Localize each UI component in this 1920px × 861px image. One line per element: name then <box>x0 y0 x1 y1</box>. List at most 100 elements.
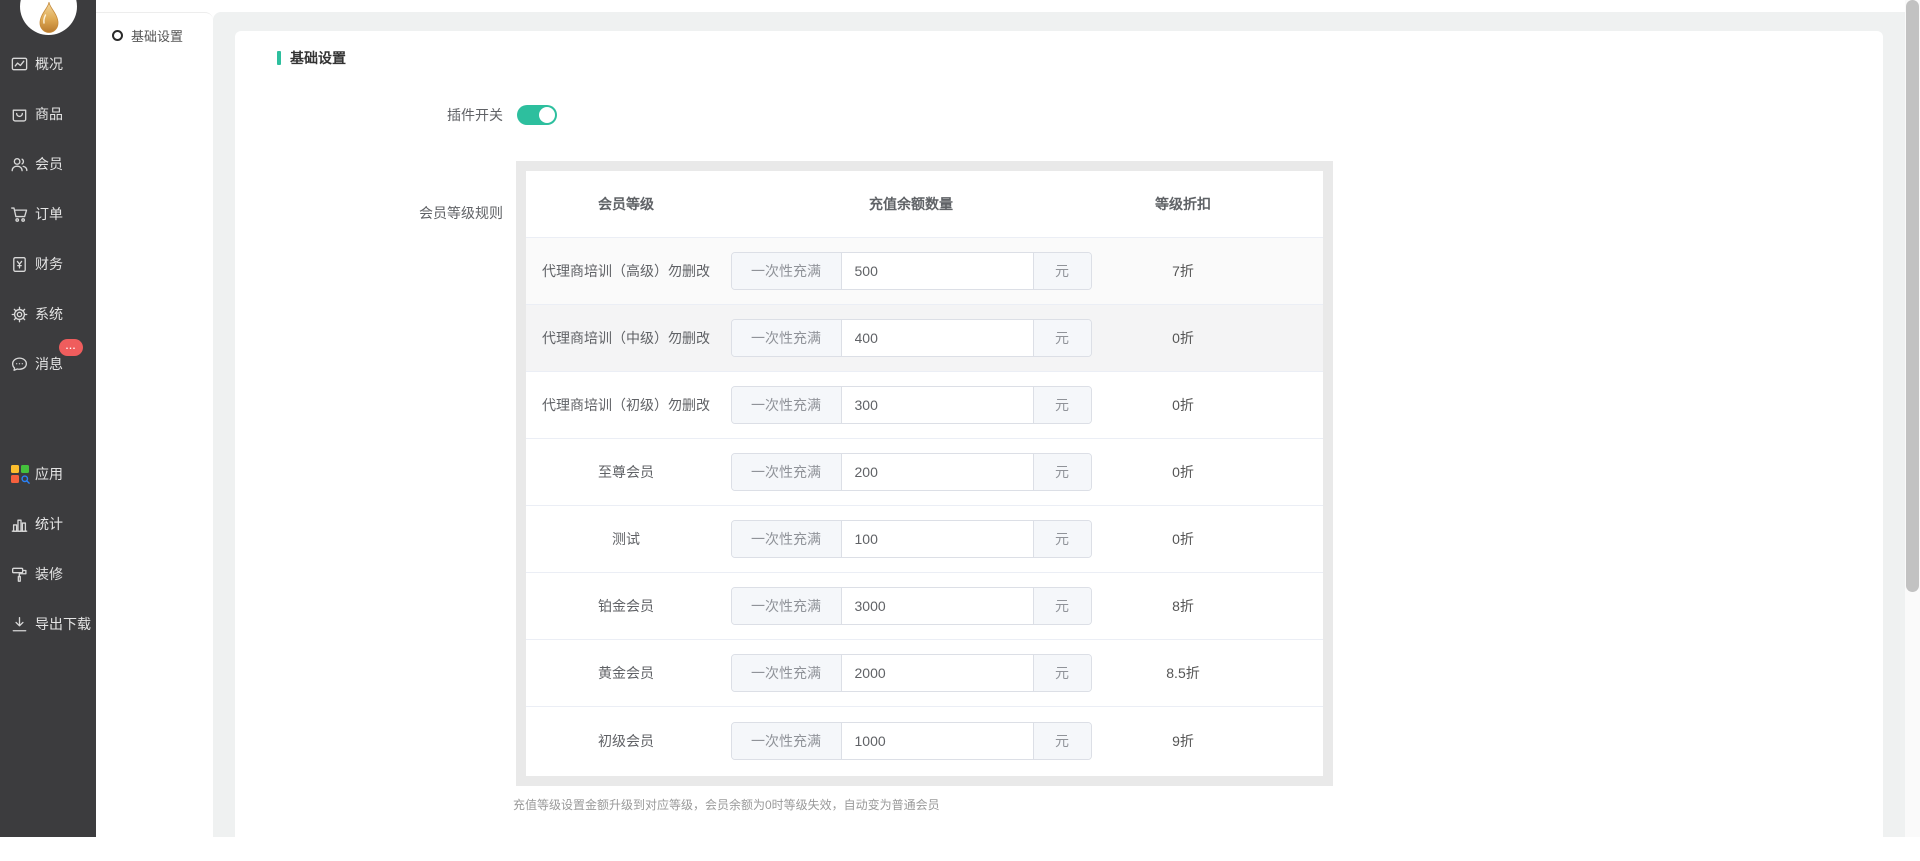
decorate-icon <box>10 565 29 584</box>
sidebar-item-label: 导出下载 <box>35 614 91 634</box>
header-recharge-amount: 充值余额数量 <box>726 194 1096 214</box>
page-title: 基础设置 <box>290 48 346 68</box>
accent-bar <box>277 51 281 65</box>
input-prefix-label: 一次性充满 <box>732 588 842 624</box>
table-row: 初级会员 一次性充满 元 9折 <box>526 707 1323 774</box>
table-row: 铂金会员 一次性充满 元 8折 <box>526 573 1323 640</box>
level-rules-table-frame: 会员等级 充值余额数量 等级折扣 代理商培训（高级）勿删改 一次性充满 元 7折… <box>516 161 1333 786</box>
level-rules-label: 会员等级规则 <box>235 203 503 223</box>
sidebar-item-stats[interactable]: 统计 <box>0 499 96 549</box>
scrollbar-thumb[interactable] <box>1906 0 1919 592</box>
sidebar-item-member[interactable]: 会员 <box>0 139 96 189</box>
brand-drop-logo <box>36 1 62 35</box>
input-prefix-label: 一次性充满 <box>732 655 842 691</box>
input-prefix-label: 一次性充满 <box>732 454 842 490</box>
section-header: 基础设置 <box>277 48 346 68</box>
sidebar-item-order[interactable]: 订单 <box>0 189 96 239</box>
brand-logo[interactable] <box>20 0 77 35</box>
dashboard-icon <box>10 55 29 74</box>
sidebar-menu-top: 概况 商品 会员 订单 财务 系统 消息 ... <box>0 39 96 389</box>
recharge-amount-input[interactable] <box>842 253 1033 289</box>
primary-sidebar: 概况 商品 会员 订单 财务 系统 消息 ... 应用 统计 装修 导出下载 <box>0 0 96 837</box>
sidebar-item-label: 会员 <box>35 154 63 174</box>
input-suffix-label: 元 <box>1033 655 1091 691</box>
header-member-level: 会员等级 <box>526 194 726 214</box>
member-level-name: 至尊会员 <box>538 462 714 482</box>
member-level-name: 代理商培训（初级）勿删改 <box>538 395 714 415</box>
table-row: 代理商培训（高级）勿删改 一次性充满 元 7折 <box>526 238 1323 305</box>
sidebar-item-message[interactable]: 消息 ... <box>0 339 96 389</box>
recharge-amount-input[interactable] <box>842 521 1033 557</box>
input-suffix-label: 元 <box>1033 521 1091 557</box>
recharge-amount-input[interactable] <box>842 320 1033 356</box>
sidebar-item-label: 统计 <box>35 514 63 534</box>
sidebar-item-goods[interactable]: 商品 <box>0 89 96 139</box>
sidebar-item-export[interactable]: 导出下载 <box>0 599 96 649</box>
level-discount-value: 8.5折 <box>1166 663 1199 683</box>
member-icon <box>10 155 29 174</box>
input-prefix-label: 一次性充满 <box>732 253 842 289</box>
recharge-amount-input-group: 一次性充满 元 <box>731 386 1092 424</box>
apps-icon <box>10 465 29 484</box>
recharge-amount-input[interactable] <box>842 454 1033 490</box>
table-footnote: 充值等级设置金额升级到对应等级，会员余额为0时等级失效，自动变为普通会员 <box>513 796 940 813</box>
sidebar-item-label: 应用 <box>35 464 63 484</box>
sidebar-item-decorate[interactable]: 装修 <box>0 549 96 599</box>
recharge-amount-input-group: 一次性充满 元 <box>731 252 1092 290</box>
stats-icon <box>10 515 29 534</box>
level-rules-table: 会员等级 充值余额数量 等级折扣 代理商培训（高级）勿删改 一次性充满 元 7折… <box>526 171 1323 776</box>
table-row: 测试 一次性充满 元 0折 <box>526 506 1323 573</box>
recharge-amount-input-group: 一次性充满 元 <box>731 319 1092 357</box>
recharge-amount-input-group: 一次性充满 元 <box>731 722 1092 760</box>
header-level-discount: 等级折扣 <box>1096 194 1270 214</box>
sidebar-item-label: 概况 <box>35 54 63 74</box>
finance-icon <box>10 255 29 274</box>
level-discount-value: 8折 <box>1172 596 1194 616</box>
sidebar-item-label: 消息 <box>35 354 63 374</box>
sidebar-item-label: 系统 <box>35 304 63 324</box>
input-suffix-label: 元 <box>1033 723 1091 759</box>
level-discount-value: 7折 <box>1172 261 1194 281</box>
member-level-name: 黄金会员 <box>538 663 714 683</box>
input-suffix-label: 元 <box>1033 387 1091 423</box>
member-level-name: 铂金会员 <box>538 596 714 616</box>
toggle-knob <box>539 107 555 123</box>
table-row: 代理商培训（中级）勿删改 一次性充满 元 0折 <box>526 305 1323 372</box>
recharge-amount-input[interactable] <box>842 723 1033 759</box>
plugin-switch-toggle[interactable] <box>517 105 557 125</box>
table-row: 黄金会员 一次性充满 元 8.5折 <box>526 640 1323 707</box>
sidebar-item-label: 装修 <box>35 564 63 584</box>
input-prefix-label: 一次性充满 <box>732 521 842 557</box>
recharge-amount-input[interactable] <box>842 387 1033 423</box>
sidebar-item-system[interactable]: 系统 <box>0 289 96 339</box>
recharge-amount-input-group: 一次性充满 元 <box>731 453 1092 491</box>
input-prefix-label: 一次性充满 <box>732 723 842 759</box>
input-suffix-label: 元 <box>1033 588 1091 624</box>
recharge-amount-input-group: 一次性充满 元 <box>731 587 1092 625</box>
sidebar-menu-bottom: 应用 统计 装修 导出下载 <box>0 449 96 649</box>
recharge-amount-input[interactable] <box>842 655 1033 691</box>
goods-icon <box>10 105 29 124</box>
secondary-sidebar: 基础设置 <box>96 12 213 837</box>
input-suffix-label: 元 <box>1033 253 1091 289</box>
recharge-amount-input[interactable] <box>842 588 1033 624</box>
submenu-item-basic-settings[interactable]: 基础设置 <box>96 13 213 57</box>
level-discount-value: 0折 <box>1172 529 1194 549</box>
submenu-item-label: 基础设置 <box>131 26 183 45</box>
sidebar-item-dashboard[interactable]: 概况 <box>0 39 96 89</box>
sidebar-item-label: 商品 <box>35 104 63 124</box>
table-row: 代理商培训（初级）勿删改 一次性充满 元 0折 <box>526 372 1323 439</box>
vertical-scrollbar[interactable] <box>1905 0 1920 837</box>
sidebar-item-finance[interactable]: 财务 <box>0 239 96 289</box>
plugin-switch-label: 插件开关 <box>235 105 503 125</box>
recharge-amount-input-group: 一次性充满 元 <box>731 520 1092 558</box>
system-icon <box>10 305 29 324</box>
level-discount-value: 9折 <box>1172 731 1194 751</box>
export-icon <box>10 615 29 634</box>
input-prefix-label: 一次性充满 <box>732 387 842 423</box>
member-level-name: 代理商培训（高级）勿删改 <box>538 261 714 281</box>
recharge-amount-input-group: 一次性充满 元 <box>731 654 1092 692</box>
message-icon <box>10 355 29 374</box>
sidebar-item-apps[interactable]: 应用 <box>0 449 96 499</box>
radio-circle-icon <box>112 30 123 41</box>
